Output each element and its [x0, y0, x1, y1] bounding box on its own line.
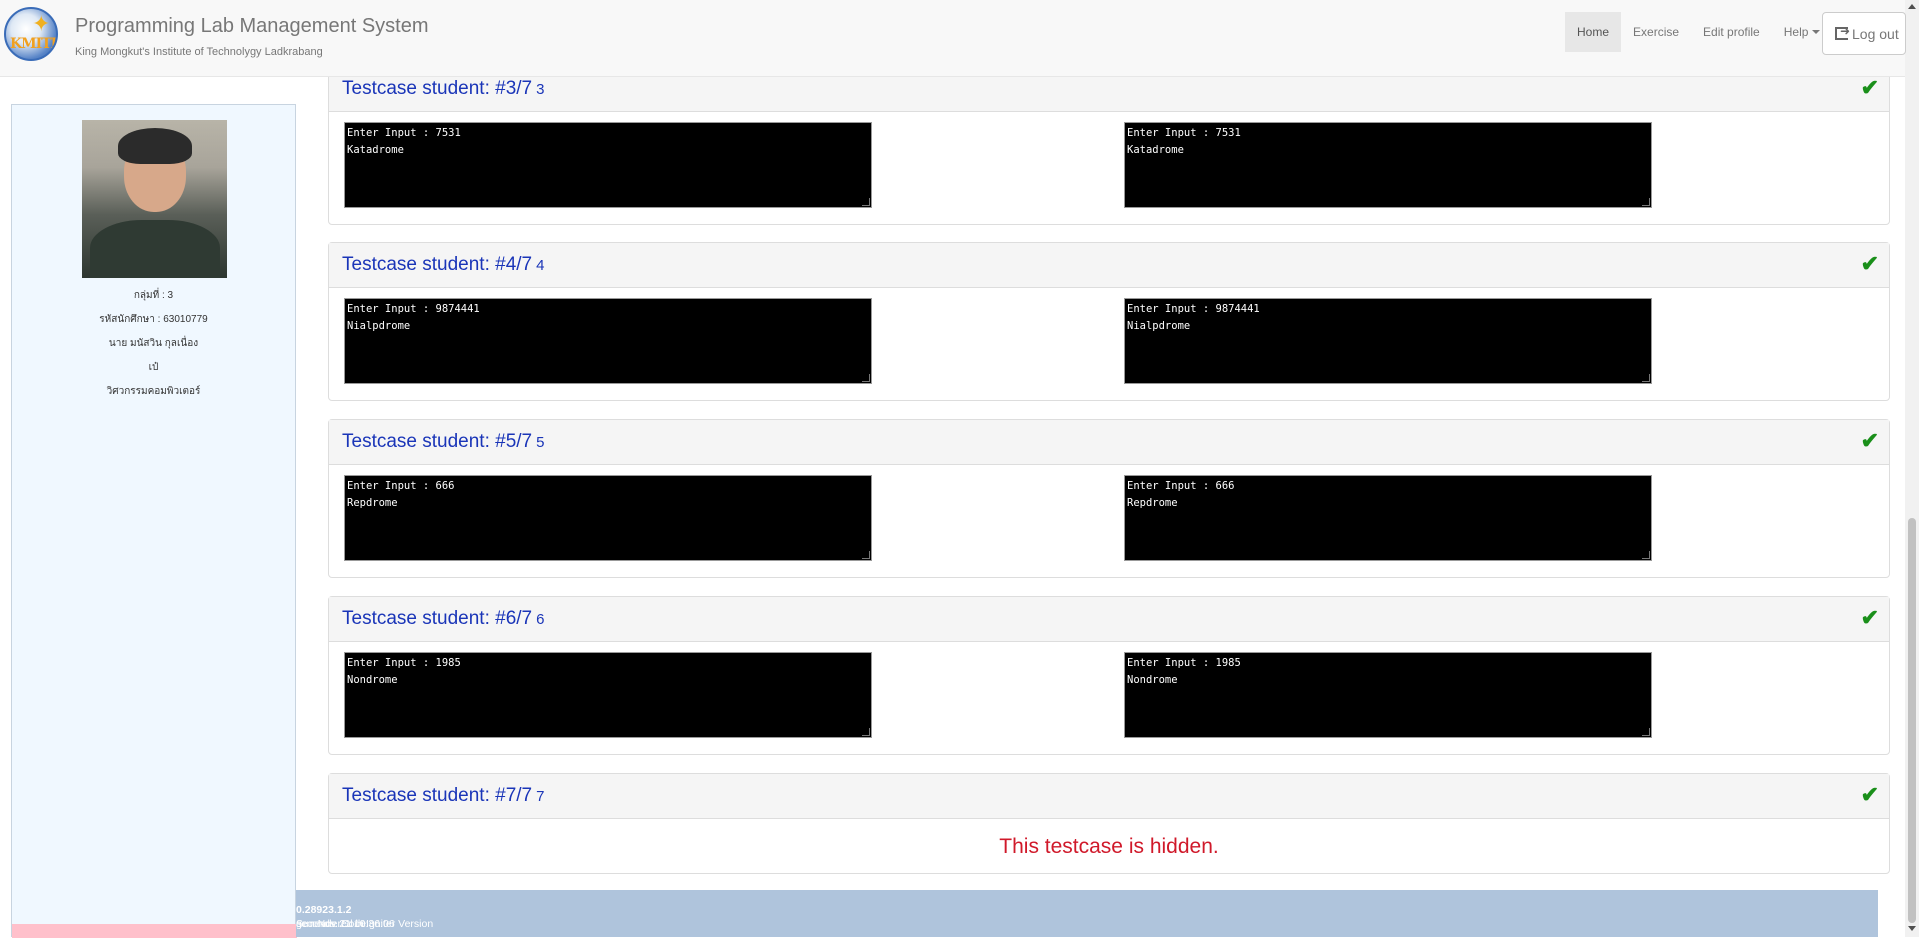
caret-down-icon [1812, 30, 1821, 34]
student-output-box[interactable]: Enter Input : 7531 Katadrome [344, 122, 872, 208]
student-output-box[interactable]: Enter Input : 666 Repdrome [344, 475, 872, 561]
nav-help-label: Help [1783, 25, 1809, 39]
app-subtitle: King Mongkut's Institute of Technolygy L… [75, 46, 323, 58]
testcase-card-6: Testcase student: #6/7 6 ✔ Enter Input : … [328, 596, 1890, 755]
expected-output-box[interactable]: Enter Input : 7531 Katadrome [1124, 122, 1652, 208]
check-icon: ✔ [1860, 251, 1879, 276]
student-name: นาย มนัสวิน กุลเนื่อง [108, 338, 199, 349]
check-icon: ✔ [1860, 782, 1879, 807]
logout-button[interactable]: Log out [1822, 12, 1906, 55]
scroll-up-icon[interactable] [1908, 4, 1916, 9]
check-icon: ✔ [1860, 605, 1879, 630]
resize-grip-icon[interactable] [862, 374, 870, 382]
expected-output-box[interactable]: Enter Input : 1985 Nondrome [1124, 652, 1652, 738]
check-icon: ✔ [1860, 75, 1879, 100]
resize-grip-icon[interactable] [862, 551, 870, 559]
scroll-down-icon[interactable] [1908, 926, 1916, 931]
kmitl-logo[interactable]: ✦ KMITL [4, 7, 58, 61]
nav-home[interactable]: Home [1565, 12, 1622, 52]
logout-icon [1835, 24, 1850, 40]
resize-grip-icon[interactable] [1642, 198, 1650, 206]
expected-output-box[interactable]: Enter Input : 9874441 Nialpdrome [1124, 298, 1652, 384]
student-nickname: เป๋ [148, 362, 159, 373]
testcase-header: Testcase student: #5/7 5 ✔ [329, 420, 1889, 465]
sidebar-footer-bar [12, 924, 297, 938]
testcase-title: Testcase student: #7/7 7 [342, 785, 545, 806]
top-navbar: ✦ KMITL Programming Lab Management Syste… [0, 0, 1906, 77]
page-scrollbar[interactable] [1905, 0, 1919, 937]
testcase-title: Testcase student: #5/7 5 [342, 431, 545, 452]
resize-grip-icon[interactable] [862, 198, 870, 206]
testcase-title: Testcase student: #6/7 6 [342, 608, 545, 629]
testcase-card-4: Testcase student: #4/7 4 ✔ Enter Input : … [328, 242, 1890, 401]
main-nav: Home Exercise Edit profile Help [1565, 12, 1832, 52]
testcase-header: Testcase student: #4/7 4 ✔ [329, 243, 1889, 288]
app-title[interactable]: Programming Lab Management System [75, 15, 429, 38]
student-faculty: วิศวกรรมคอมพิวเตอร์ [106, 386, 201, 397]
student-group: กลุ่มที่ : 3 [133, 290, 174, 301]
resize-grip-icon[interactable] [1642, 374, 1650, 382]
flame-icon: ✦ [32, 11, 51, 36]
scrollbar-thumb[interactable] [1908, 518, 1916, 923]
testcase-header: Testcase student: #6/7 6 ✔ [329, 597, 1889, 642]
student-output-box[interactable]: Enter Input : 1985 Nondrome [344, 652, 872, 738]
testcase-card-7: Testcase student: #7/7 7 ✔ This testcase … [328, 773, 1890, 874]
student-output-box[interactable]: Enter Input : 9874441 Nialpdrome [344, 298, 872, 384]
testcase-title: Testcase student: #3/7 3 [342, 78, 545, 99]
testcase-title: Testcase student: #4/7 4 [342, 254, 545, 275]
footer-text: ge rendered in 0.2892 seconds. CodeIgnit… [296, 904, 434, 930]
resize-grip-icon[interactable] [1642, 728, 1650, 736]
testcase-card-3: Testcase student: #3/7 3 ✔ Enter Input : … [328, 66, 1890, 225]
hidden-testcase-message: This testcase is hidden. [999, 835, 1219, 858]
nav-edit-profile[interactable]: Edit profile [1691, 12, 1772, 52]
expected-output-box[interactable]: Enter Input : 666 Repdrome [1124, 475, 1652, 561]
resize-grip-icon[interactable] [862, 728, 870, 736]
logo-text: KMITL [10, 36, 58, 52]
student-photo [82, 120, 227, 278]
testcase-header: Testcase student: #7/7 7 ✔ [329, 774, 1889, 819]
nav-exercise[interactable]: Exercise [1621, 12, 1691, 52]
page-footer: ge rendered in 0.2892 seconds. CodeIgnit… [296, 890, 1878, 937]
student-sidebar: กลุ่มที่ : 3 รหัสนักศึกษา : 63010779 นาย… [11, 104, 297, 938]
testcase-card-5: Testcase student: #5/7 5 ✔ Enter Input : … [328, 419, 1890, 578]
student-id: รหัสนักศึกษา : 63010779 [99, 314, 208, 325]
check-icon: ✔ [1860, 428, 1879, 453]
logout-label: Log out [1852, 25, 1899, 42]
resize-grip-icon[interactable] [1642, 551, 1650, 559]
